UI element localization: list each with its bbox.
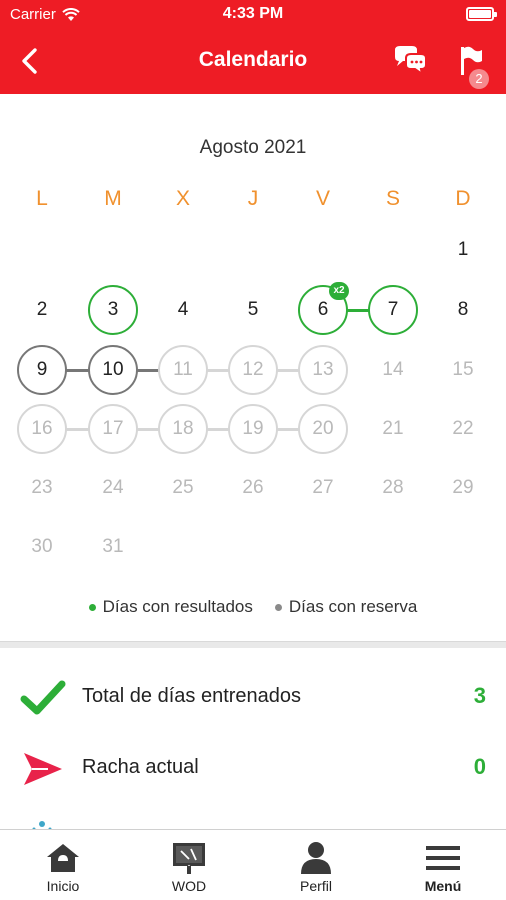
status-bar: Carrier 4:33 PM xyxy=(0,0,506,30)
tab-perfil[interactable]: Perfil xyxy=(253,830,379,900)
calendar-day[interactable]: 9 xyxy=(17,345,67,395)
month-title: Agosto 2021 xyxy=(199,137,307,158)
day-streak-connector xyxy=(277,369,299,372)
tab-wod[interactable]: WOD xyxy=(126,830,252,900)
calendar-day[interactable]: 27 xyxy=(298,463,348,513)
stat-current-streak: Racha actual 0 xyxy=(0,741,506,797)
page-title: Calendario xyxy=(198,48,308,71)
calendar-day[interactable]: 14 xyxy=(368,345,418,395)
calendar-day[interactable]: 23 xyxy=(17,463,67,513)
weekday-label: V xyxy=(315,187,330,210)
tab-inicio[interactable]: Inicio xyxy=(0,830,126,900)
day-streak-connector xyxy=(277,428,299,431)
chat-bubbles-icon xyxy=(395,46,427,77)
chat-button[interactable] xyxy=(392,44,428,78)
tab-bar: Inicio WOD Perfil Menú xyxy=(0,829,506,900)
calendar-day[interactable]: 5 xyxy=(228,285,278,335)
calendar-day[interactable]: 19 xyxy=(228,404,278,454)
header: Carrier 4:33 PM Calendario 2 xyxy=(0,0,506,94)
calendar-day[interactable]: 7 xyxy=(368,285,418,335)
stat-total-days: Total de días entrenados 3 xyxy=(0,670,506,726)
calendar-day[interactable]: 12 xyxy=(228,345,278,395)
user-icon xyxy=(301,842,331,874)
calendar-day[interactable]: 25 xyxy=(158,463,208,513)
whiteboard-icon xyxy=(173,843,205,874)
stat-label: Racha actual xyxy=(82,756,199,778)
tab-label: Perfil xyxy=(300,878,332,894)
battery-icon xyxy=(466,7,497,21)
tab-label: Menú xyxy=(424,878,462,894)
section-divider xyxy=(0,641,506,648)
calendar-day[interactable]: 31 xyxy=(88,522,138,572)
day-streak-connector xyxy=(137,428,159,431)
results-dot xyxy=(88,603,96,611)
day-streak-connector xyxy=(66,369,89,372)
day-streak-connector xyxy=(137,369,159,372)
weekday-label: D xyxy=(455,187,471,210)
calendar-day[interactable]: 13 xyxy=(298,345,348,395)
legend-results-label: Días con resultados xyxy=(102,597,253,616)
tab-label: Inicio xyxy=(46,878,80,894)
calendar-day[interactable]: 4 xyxy=(158,285,208,335)
day-streak-connector xyxy=(207,428,229,431)
weekday-label: X xyxy=(175,187,190,210)
calendar-legend: Días con resultados Días con reserva xyxy=(0,597,506,617)
calendar-day[interactable]: 3 xyxy=(88,285,138,335)
calendar-day[interactable]: 17 xyxy=(88,404,138,454)
weekday-label: M xyxy=(104,187,122,210)
calendar-day[interactable]: 1 xyxy=(438,225,488,275)
calendar-day[interactable]: 30 xyxy=(17,522,67,572)
calendar-day[interactable]: 16 xyxy=(17,404,67,454)
reservations-dot xyxy=(274,603,282,611)
calendar-day[interactable]: 21 xyxy=(368,404,418,454)
calendar-day[interactable]: 8 xyxy=(438,285,488,335)
tab-label: WOD xyxy=(171,878,207,894)
day-streak-connector xyxy=(347,309,369,312)
calendar-day[interactable]: 11 xyxy=(158,345,208,395)
status-time: 4:33 PM xyxy=(222,5,284,22)
day-streak-connector xyxy=(207,369,229,372)
calendar-day[interactable]: 22 xyxy=(438,404,488,454)
paper-plane-icon xyxy=(24,753,62,785)
calendar-day[interactable]: 20 xyxy=(298,404,348,454)
calendar-day[interactable]: 18 xyxy=(158,404,208,454)
tab-menu[interactable]: Menú xyxy=(380,830,506,900)
stat-label: Total de días entrenados xyxy=(82,685,302,707)
notification-badge: 2 xyxy=(469,69,489,89)
stat-value: 0 xyxy=(473,754,486,779)
calendar-day[interactable]: 2 xyxy=(17,285,67,335)
legend-reservations: Días con reserva xyxy=(274,597,418,617)
stat-value: 3 xyxy=(473,683,486,708)
calendar-day[interactable]: 10 xyxy=(88,345,138,395)
hamburger-menu-icon xyxy=(426,846,460,870)
home-icon xyxy=(47,844,79,872)
weekday-label: S xyxy=(385,187,400,210)
result-count-badge: x2 xyxy=(329,282,349,300)
day-streak-connector xyxy=(66,428,89,431)
calendar-day[interactable]: 29 xyxy=(438,463,488,513)
calendar-day[interactable]: 24 xyxy=(88,463,138,513)
calendar-day[interactable]: 26 xyxy=(228,463,278,513)
calendar-day[interactable]: 28 xyxy=(368,463,418,513)
legend-results: Días con resultados xyxy=(88,597,253,617)
legend-reservations-label: Días con reserva xyxy=(288,597,418,616)
checkmark-icon xyxy=(20,680,66,715)
calendar-day[interactable]: 15 xyxy=(438,345,488,395)
weekday-label: L xyxy=(36,187,48,210)
weekday-label: J xyxy=(247,187,259,210)
